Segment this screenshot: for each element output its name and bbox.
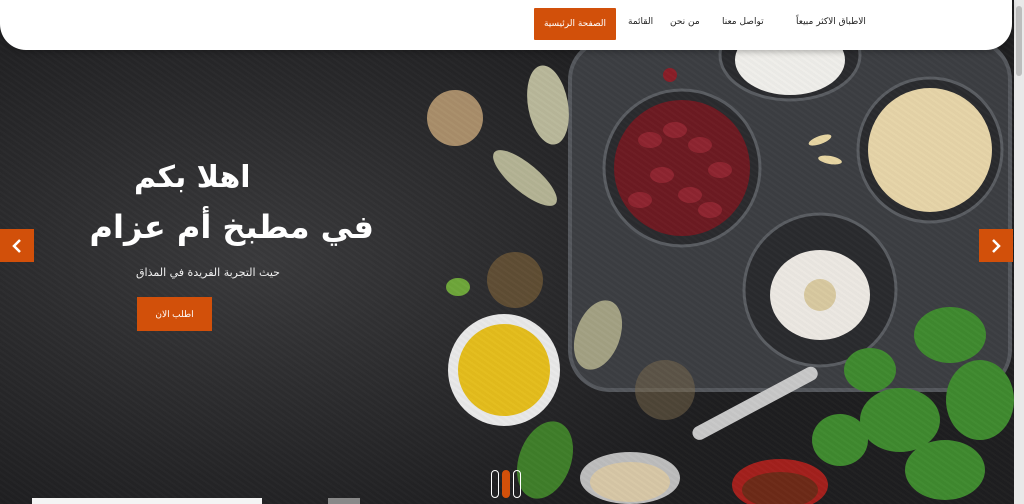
carousel-indicator-2[interactable] xyxy=(502,470,510,498)
carousel-indicators xyxy=(491,470,521,498)
hero-subtitle: حيث التجربة الفريدة في المذاق xyxy=(136,266,280,279)
food-ingredients-image xyxy=(427,8,1014,504)
bottom-bar-segment xyxy=(32,498,262,504)
chevron-left-icon xyxy=(12,238,21,253)
nav-best-sellers[interactable]: الاطباق الاكثر مبيعاً xyxy=(796,17,866,27)
nav-menu[interactable]: القائمة xyxy=(628,17,653,27)
vertical-scrollbar[interactable] xyxy=(1014,0,1024,504)
carousel-indicator-1[interactable] xyxy=(491,470,499,498)
chevron-right-icon xyxy=(992,238,1001,253)
nav-contact[interactable]: تواصل معنا xyxy=(722,17,764,27)
bottom-bar-segment-small xyxy=(328,498,360,504)
carousel-next-button[interactable] xyxy=(979,229,1013,262)
nav-home-active[interactable]: الصفحة الرئيسية xyxy=(534,8,616,40)
hero-title-line2: في مطبخ أم عزام xyxy=(89,208,374,246)
scrollbar-thumb[interactable] xyxy=(1016,6,1022,76)
carousel-indicator-3[interactable] xyxy=(513,470,521,498)
nav-about[interactable]: من نحن xyxy=(670,17,700,27)
carousel-prev-button[interactable] xyxy=(0,229,34,262)
top-navbar: الاطباق الاكثر مبيعاً تواصل معنا من نحن … xyxy=(0,0,1012,50)
order-now-button[interactable]: اطلب الان xyxy=(137,297,212,331)
hero-title-line1: اهلا بكم xyxy=(134,160,251,195)
hero-background xyxy=(0,0,1014,504)
